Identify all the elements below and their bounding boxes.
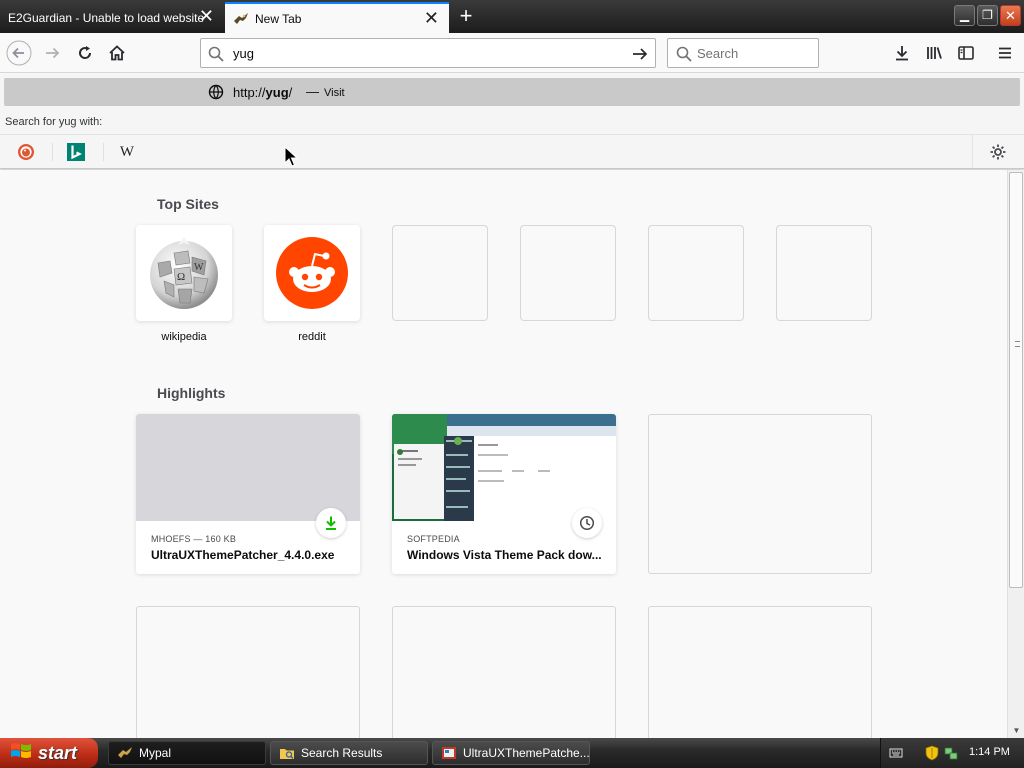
new-tab-page: Top Sites Ω W wikipedia reddit Highlight… [0, 170, 1007, 739]
taskbar-item-search-results[interactable]: Search Results [270, 741, 428, 765]
card-context: SOFTPEDIA [407, 534, 460, 544]
divider [103, 143, 104, 161]
restore-icon[interactable]: ❐ [977, 5, 998, 26]
navigation-toolbar [0, 33, 1024, 73]
tab-new-tab[interactable]: New Tab ✕ [225, 2, 449, 33]
duckduckgo-icon[interactable] [16, 142, 36, 162]
highlight-empty-slot [392, 606, 616, 739]
top-site-label: reddit [298, 331, 326, 343]
library-icon[interactable] [921, 40, 947, 66]
reload-icon[interactable] [72, 40, 98, 66]
highlight-empty-slot [648, 606, 872, 739]
top-site-wikipedia[interactable]: Ω W [136, 225, 232, 321]
network-icon[interactable] [943, 745, 959, 764]
close-icon[interactable]: ✕ [424, 9, 439, 27]
go-arrow-icon[interactable] [631, 45, 649, 66]
taskbar-item-label: UltraUXThemePatche... [463, 746, 590, 760]
divider [972, 135, 973, 168]
url-input[interactable] [233, 44, 613, 62]
vertical-scrollbar[interactable]: ▼ [1007, 170, 1024, 739]
search-icon [207, 45, 225, 66]
highlights-heading: Highlights [157, 385, 226, 401]
suggestion-separator: — [306, 84, 319, 99]
new-tab-button[interactable]: + [452, 4, 480, 30]
globe-icon [208, 84, 224, 103]
clock-icon [572, 508, 602, 538]
top-site-empty-slot [776, 225, 872, 321]
taskbar-item-label: Mypal [139, 746, 172, 760]
taskbar-item-label: Search Results [301, 746, 383, 760]
taskbar-item-mypal[interactable]: Mypal [108, 741, 266, 765]
reddit-icon [276, 237, 348, 309]
tab-e2guardian[interactable]: E2Guardian - Unable to load website ✕ [0, 2, 224, 33]
mypal-icon [117, 745, 133, 761]
highlight-empty-slot [648, 414, 872, 574]
keyboard-icon[interactable] [889, 746, 903, 763]
wikipedia-globe-icon: Ω W [150, 237, 218, 309]
windows-flag-icon [10, 741, 32, 766]
back-arrow-icon[interactable] [6, 40, 32, 66]
top-site-label: wikipedia [161, 331, 207, 343]
start-label: start [38, 742, 78, 763]
mypal-icon [233, 12, 249, 26]
installer-icon [441, 745, 457, 761]
top-site-empty-slot [392, 225, 488, 321]
url-autocomplete-popup: http://yug/ — Visit Search for yug with:… [0, 74, 1024, 169]
suggestion-action: Visit [324, 87, 345, 99]
scrollbar-grip [1015, 341, 1020, 347]
taskbar-item-installer[interactable]: UltraUXThemePatche... [432, 741, 590, 765]
visit-suggestion-row[interactable]: http://yug/ — Visit [4, 78, 1020, 106]
home-icon[interactable] [104, 40, 130, 66]
gear-icon[interactable] [989, 143, 1007, 164]
hamburger-menu-icon[interactable] [992, 40, 1018, 66]
top-site-empty-slot [648, 225, 744, 321]
close-icon[interactable]: ✕ [199, 7, 214, 25]
search-for-label: Search for yug with: [5, 116, 103, 128]
card-context: MHOEFS — 160 KB [151, 534, 237, 544]
top-sites-heading: Top Sites [157, 196, 219, 212]
folder-search-icon [279, 745, 295, 761]
sidebar-icon[interactable] [953, 40, 979, 66]
download-icon[interactable] [889, 40, 915, 66]
svg-text:Ω: Ω [177, 271, 185, 283]
search-icon [675, 45, 693, 66]
vista-desktop-screenshot [392, 414, 616, 521]
tab-strip: E2Guardian - Unable to load website ✕ Ne… [0, 0, 1024, 33]
system-tray: 1:14 PM [880, 738, 1024, 768]
highlight-empty-slot [136, 606, 360, 739]
card-thumbnail [392, 414, 616, 521]
top-site-empty-slot [520, 225, 616, 321]
tab-title: New Tab [255, 11, 302, 26]
forward-arrow-icon[interactable] [40, 40, 66, 66]
close-window-button[interactable]: ✕ [1000, 5, 1021, 26]
search-bar[interactable] [667, 38, 819, 68]
clock[interactable]: 1:14 PM [969, 746, 1010, 758]
highlight-card[interactable]: MHOEFS — 160 KB UltraUXThemePatcher_4.4.… [136, 414, 360, 574]
mouse-cursor-icon [284, 145, 299, 171]
wikipedia-icon[interactable]: W [117, 142, 137, 162]
shield-icon[interactable] [925, 745, 939, 764]
divider [52, 143, 53, 161]
card-thumbnail [136, 414, 360, 521]
download-icon [316, 508, 346, 538]
bing-icon[interactable] [66, 142, 86, 162]
highlight-card[interactable]: SOFTPEDIA Windows Vista Theme Pack dow..… [392, 414, 616, 574]
scroll-down-arrow-icon[interactable]: ▼ [1009, 722, 1024, 738]
search-input[interactable] [697, 44, 815, 62]
windows-taskbar: start Mypal Search Results UltraUXThemeP… [0, 738, 1024, 768]
top-site-reddit[interactable] [264, 225, 360, 321]
svg-text:W: W [194, 262, 204, 273]
minimize-icon[interactable]: ▁ [954, 5, 975, 26]
scrollbar-thumb[interactable] [1009, 172, 1023, 588]
suggestion-url: http://yug/ [233, 85, 293, 100]
tab-title: E2Guardian - Unable to load website [8, 10, 205, 25]
card-title: UltraUXThemePatcher_4.4.0.exe [151, 548, 335, 562]
card-title: Windows Vista Theme Pack dow... [407, 548, 602, 562]
one-off-search-engines: W [0, 134, 1024, 168]
start-button[interactable]: start [0, 738, 98, 768]
url-bar[interactable] [200, 38, 656, 68]
